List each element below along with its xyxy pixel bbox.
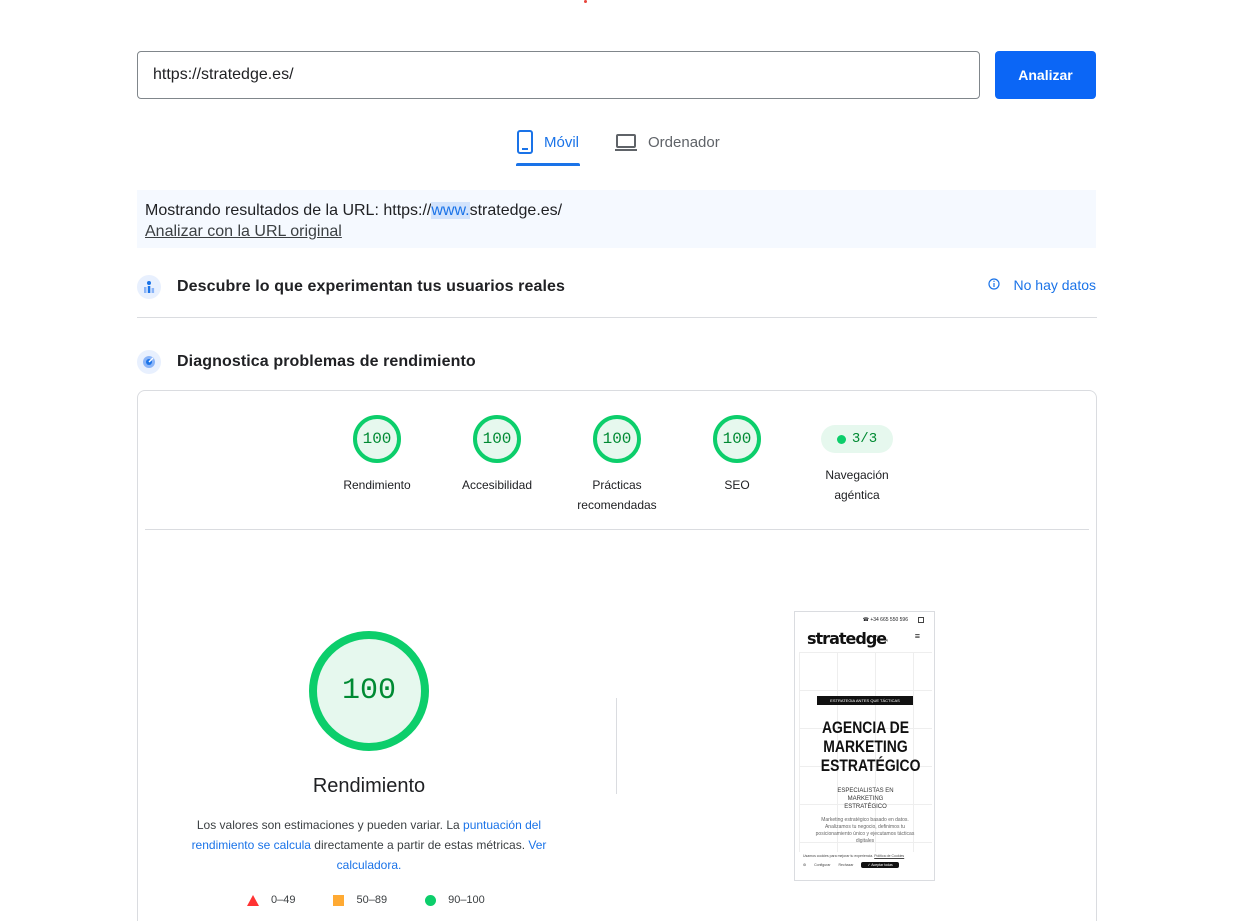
url-notice: Mostrando resultados de la URL: https://… [137,190,1096,248]
smartphone-icon [516,130,534,154]
real-users-title: Descubre lo que experimentan tus usuario… [177,277,566,295]
phone-icon: ☎ [862,617,869,623]
gauge-score: 100 [473,415,521,463]
performance-big-gauge: 100 [309,631,429,751]
users-chart-icon [137,274,161,299]
cookie-reject: Rechazar [838,863,854,867]
gauge-label: SEO [724,478,750,492]
card-divider [145,529,1089,530]
analyze-original-url-link[interactable]: Analizar con la URL original [145,223,342,240]
square-icon [333,894,345,906]
section-divider [137,317,1097,318]
gauge-score: 100 [593,415,641,463]
notice-text: Mostrando resultados de la URL: https://… [145,200,1088,221]
legend-fail: 0–49 [247,894,295,906]
legend-pass: 90–100 [425,894,485,906]
screenshot-logo-sub: smart marketing [875,634,889,642]
report-card: 100 Rendimiento 100 Accesibilidad 100 Pr… [137,390,1097,921]
gauge-label: Navegación agéntica [825,468,889,502]
calendar-icon [918,617,924,623]
gauge-score: 100 [713,415,761,463]
screenshot-phone-number: +34 665 550 596 [870,617,908,623]
gear-icon: ⚙ [803,863,807,867]
tab-mobile[interactable]: Móvil [516,126,580,166]
diagnostics-speed-icon [137,349,161,374]
tab-desktop-label: Ordenador [648,134,720,151]
notice-prefix: Mostrando resultados de la URL: https:// [145,202,432,219]
pass-dot-icon [836,434,846,444]
legend-average: 50–89 [333,894,387,906]
gauge-performance[interactable]: 100 Rendimiento [317,415,437,495]
performance-description: Los valores son estimaciones y pueden va… [189,815,549,875]
tab-desktop[interactable]: Ordenador [614,126,720,166]
score-legend: 0–49 50–89 90–100 [247,894,485,906]
laptop-icon [614,130,638,154]
triangle-icon [247,894,259,906]
screenshot-subtitle: ESPECIALISTAS EN MARKETING ESTRATÉGICO [837,788,894,810]
legend-pass-label: 90–100 [448,894,485,906]
screenshot-cookie-bar: Usamos cookies para mejorar tu experienc… [795,852,934,880]
screenshot-headline: AGENCIA DE MARKETING ESTRATÉGICO [820,718,921,775]
performance-title: Rendimiento [312,775,426,797]
cookie-configure: Configurar [814,863,831,867]
gauge-agentic-navigation[interactable]: 3/3 Navegación agéntica [797,415,917,505]
agentic-score-pill: 3/3 [821,425,893,453]
no-data-label: No hay datos [1013,277,1097,293]
cookie-accept-label: Aceptar todas [871,863,893,867]
real-users-section[interactable]: Descubre lo que experimentan tus usuario… [137,274,1096,299]
gauge-label: Rendimiento [343,478,411,492]
tab-mobile-label: Móvil [544,134,580,151]
circle-icon [425,894,437,906]
gauge-best-practices[interactable]: 100 Prácticas recomendadas [557,415,677,515]
url-input-container[interactable] [137,51,980,99]
check-icon: ✓ [867,863,871,867]
top-indicator-dot [584,0,587,3]
gauge-accessibility[interactable]: 100 Accesibilidad [437,415,557,495]
cookie-link: Política de Cookies [874,854,905,858]
notice-suffix: stratedge.es/ [469,202,563,219]
notice-highlight: www. [431,202,470,219]
gauge-score: 100 [353,415,401,463]
info-icon [987,277,1000,293]
screenshot-body: Marketing estratégico basado en datos. A… [815,817,915,844]
device-tabs: Móvil Ordenador [0,126,1233,166]
desc-text-2: directamente a partir de estas métricas. [310,838,529,852]
page-screenshot-thumbnail: ☎ +34 665 550 596 stratedge smart market… [794,611,935,881]
no-data-link[interactable]: No hay datos [987,277,1097,293]
vertical-divider [616,698,617,794]
category-gauges: 100 Rendimiento 100 Accesibilidad 100 Pr… [138,391,1096,531]
agentic-score: 3/3 [851,431,878,447]
cookie-text: Usamos cookies para mejorar tu experienc… [803,854,874,858]
gauge-label: Accesibilidad [461,478,533,492]
url-input[interactable] [153,66,979,84]
screenshot-tag: ESTRATEGIA ANTES QUE TÁCTICAS [817,696,913,705]
analyze-button[interactable]: Analizar [995,51,1096,99]
desc-text-1: Los valores son estimaciones y pueden va… [196,818,464,832]
hamburger-menu-icon: ≡ [914,631,920,641]
legend-fail-label: 0–49 [271,894,296,906]
gauge-seo[interactable]: 100 SEO [677,415,797,495]
diagnostics-section[interactable]: Diagnostica problemas de rendimiento [137,349,1096,374]
cookie-accept: ✓ Aceptar todas [861,862,899,868]
diagnostics-title: Diagnostica problemas de rendimiento [177,352,476,370]
screenshot-phone: ☎ +34 665 550 596 [863,617,908,623]
gauge-label: Prácticas recomendadas [577,478,657,512]
legend-average-label: 50–89 [356,894,388,906]
